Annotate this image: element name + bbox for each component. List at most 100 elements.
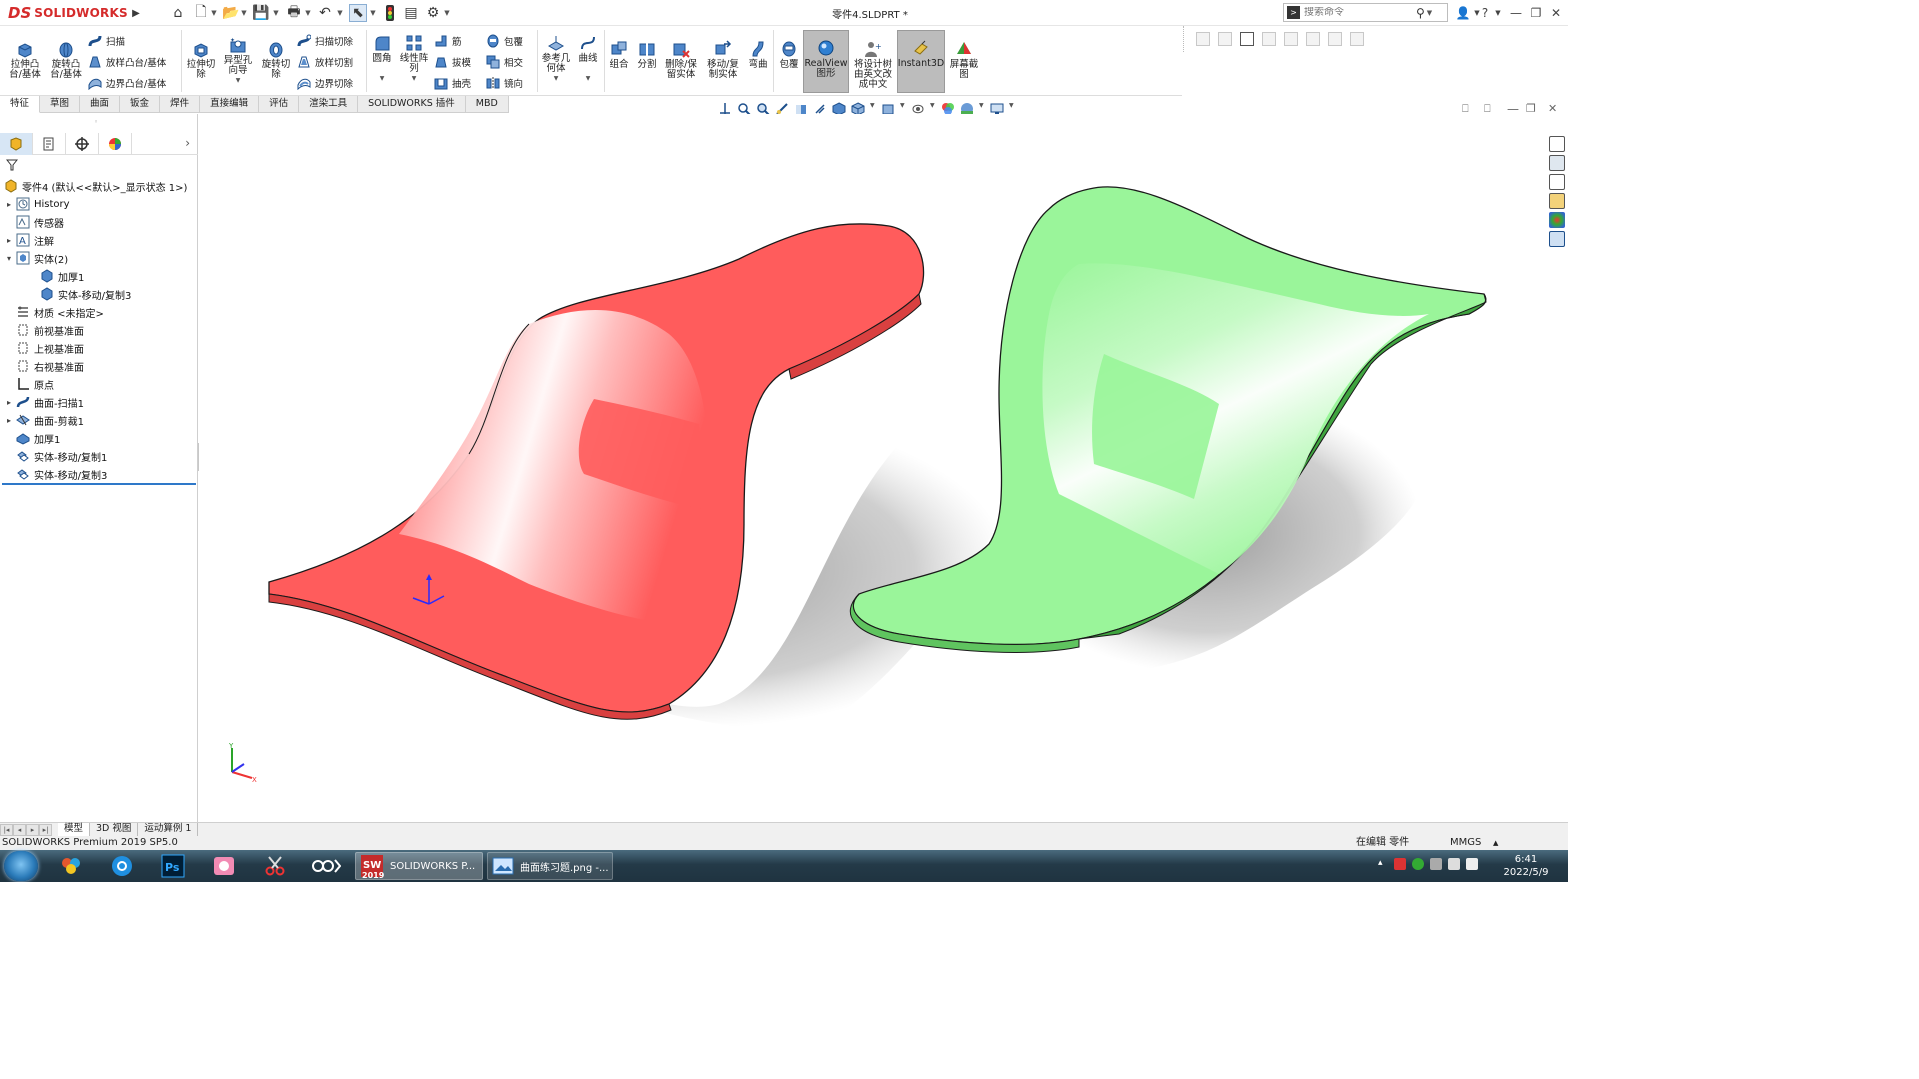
last-tab-arrow-icon[interactable]: ▸| <box>39 824 52 836</box>
lofted-cut-button[interactable]: 放样切割 <box>297 53 353 71</box>
expand-arrow-icon[interactable]: ▸ <box>4 416 14 425</box>
taskbar-app-scissors[interactable] <box>256 852 294 880</box>
taskbar-window-solidworks[interactable]: SW 2019 SOLIDWORKS P... <box>355 852 483 880</box>
open-icon[interactable]: 📂 <box>222 4 240 22</box>
split-button[interactable]: 分割 <box>634 40 660 70</box>
taskbar-app-recorder[interactable] <box>205 852 243 880</box>
search-command-box[interactable]: > ⚲ ▼ <box>1283 3 1448 22</box>
extrude-boss-button[interactable]: 拉伸凸 台/基体 <box>6 40 44 80</box>
tree-item-move-copy3[interactable]: 实体-移动/复制3 <box>4 465 107 483</box>
help-icon[interactable]: ? <box>1478 4 1492 22</box>
volume-icon[interactable] <box>1448 858 1460 870</box>
search-icon[interactable]: ⚲ <box>1416 6 1425 20</box>
delete-keep-body-button[interactable]: 删除/保 留实体 <box>661 40 701 80</box>
options-gear-icon[interactable]: ⚙ <box>424 4 442 22</box>
reference-geometry-button[interactable]: 参考几 何体 ▼ <box>539 34 573 84</box>
tree-root-part[interactable]: 零件4 (默认<<默认>_显示状态 1>) <box>2 177 187 195</box>
expand-arrow-icon[interactable]: ▸ <box>4 200 14 209</box>
menu-expand-arrow-icon[interactable]: ▶ <box>130 4 142 22</box>
prev-tab-arrow-icon[interactable]: ◂ <box>13 824 26 836</box>
solidworks-logo[interactable]: DS SOLIDWORKS <box>8 3 128 23</box>
tab-sketch[interactable]: 草图 <box>40 96 81 113</box>
flex-button[interactable]: 弯曲 <box>745 40 771 70</box>
panel-more-icon[interactable]: › <box>185 136 190 150</box>
tab-property-manager[interactable] <box>33 133 66 155</box>
taskbar-window-image[interactable]: 曲面练习题.png -... <box>487 852 613 880</box>
design-library-icon[interactable] <box>1549 155 1565 171</box>
linear-pattern-button[interactable]: 线性阵 列 ▼ <box>398 34 430 84</box>
tab-display-manager[interactable] <box>99 133 132 155</box>
filter-icon[interactable] <box>6 159 18 171</box>
search-input[interactable] <box>1304 7 1414 18</box>
tree-item-material[interactable]: 材质 <未指定> <box>4 303 104 321</box>
appearances-icon[interactable] <box>1549 212 1565 228</box>
help-dropdown-icon[interactable]: ▼ <box>1494 4 1502 22</box>
taskbar-app-photoshop[interactable]: Ps <box>154 852 192 880</box>
combine-button[interactable]: 组合 <box>606 40 632 70</box>
tree-item-front-plane[interactable]: 前视基准面 <box>4 321 84 339</box>
tab-motion-study[interactable]: 运动算例 1 <box>138 823 199 836</box>
tab-configuration-manager[interactable] <box>66 133 99 155</box>
expand-arrow-icon[interactable]: ▸ <box>4 398 14 407</box>
next-tab-arrow-icon[interactable]: ▸ <box>26 824 39 836</box>
system-clock[interactable]: 6:41 2022/5/9 <box>1498 853 1554 879</box>
viewport-close-icon[interactable]: ✕ <box>1548 102 1557 115</box>
search-dropdown-icon[interactable]: ▼ <box>1427 4 1432 22</box>
rebuild-icon[interactable] <box>382 4 398 22</box>
revolved-cut-button[interactable]: 旋转切 除 <box>257 40 295 80</box>
swept-cut-button[interactable]: 扫描切除 <box>297 32 353 50</box>
save-icon[interactable]: 💾 <box>252 4 270 22</box>
minimize-icon[interactable]: — <box>1508 4 1524 22</box>
rollback-bar[interactable] <box>2 483 196 485</box>
tree-item-annotations[interactable]: ▸ A 注解 <box>4 231 54 249</box>
swept-boss-button[interactable]: 扫描 <box>88 32 125 50</box>
translate-tree-button[interactable]: + 将设计树 由英文改 成中文 <box>850 40 896 90</box>
new-document-icon[interactable]: 🗋 <box>192 4 210 22</box>
wrap-body-button[interactable]: 包覆 <box>776 40 802 70</box>
curves-button[interactable]: 曲线 ▼ <box>574 34 602 84</box>
taskbar-app-cloud[interactable] <box>52 852 90 880</box>
save-dropdown-icon[interactable]: ▼ <box>272 4 280 22</box>
tree-item-sensors[interactable]: 传感器 <box>4 213 64 231</box>
tree-item-thicken[interactable]: 加厚1 <box>4 429 60 447</box>
input-method-icon[interactable] <box>1466 858 1478 870</box>
tab-direct-editing[interactable]: 直接编辑 <box>200 96 260 113</box>
tree-item-surface-trim[interactable]: ▸ 曲面-剪裁1 <box>4 411 84 429</box>
new-dropdown-icon[interactable]: ▼ <box>210 4 218 22</box>
realview-button[interactable]: RealView 图形 <box>803 30 849 93</box>
instant3d-button[interactable]: Instant3D <box>897 30 945 93</box>
boundary-cut-button[interactable]: 边界切除 <box>297 74 353 92</box>
tab-weldments[interactable]: 焊件 <box>160 96 201 113</box>
wrap-button[interactable]: 包覆 <box>486 32 523 50</box>
restore-icon[interactable]: ❐ <box>1528 4 1544 22</box>
rib-button[interactable]: 筋 <box>434 32 462 50</box>
tray-app-icon[interactable] <box>1394 858 1406 870</box>
tab-sheet-metal[interactable]: 钣金 <box>120 96 161 113</box>
fillet-dropdown-icon[interactable]: ▼ <box>380 74 385 84</box>
3d-model-view[interactable] <box>199 114 1544 822</box>
tab-surfaces[interactable]: 曲面 <box>80 96 121 113</box>
select-dropdown-icon[interactable]: ▼ <box>369 4 377 22</box>
show-hidden-icons-icon[interactable]: ▴ <box>1378 858 1388 870</box>
close-icon[interactable]: ✕ <box>1548 4 1564 22</box>
file-properties-icon[interactable]: ▤ <box>402 4 420 22</box>
home-icon[interactable]: ⌂ <box>168 4 188 22</box>
taskbar-app-obs[interactable] <box>307 852 345 880</box>
fillet-button[interactable]: 圆角 ▼ <box>368 34 396 84</box>
lofted-boss-button[interactable]: 放样凸台/基体 <box>88 53 166 71</box>
tab-evaluate[interactable]: 评估 <box>259 96 300 113</box>
panel-grip-icon[interactable]: ◦ <box>94 118 98 126</box>
custom-properties-icon[interactable] <box>1549 231 1565 247</box>
collapse-arrow-icon[interactable]: ▾ <box>4 254 14 263</box>
curves-dropdown-icon[interactable]: ▼ <box>586 74 591 84</box>
first-tab-arrow-icon[interactable]: |◂ <box>0 824 13 836</box>
tray-security-icon[interactable] <box>1412 858 1424 870</box>
tab-mbd[interactable]: MBD <box>465 96 509 113</box>
boundary-boss-button[interactable]: 边界凸台/基体 <box>88 74 166 92</box>
tab-3d-views[interactable]: 3D 视图 <box>90 823 139 836</box>
undo-dropdown-icon[interactable]: ▼ <box>336 4 344 22</box>
start-button[interactable] <box>4 851 38 881</box>
screen-capture-button[interactable]: 屏幕截 图 <box>947 40 981 80</box>
print-dropdown-icon[interactable]: ▼ <box>304 4 312 22</box>
view-palette-icon[interactable] <box>1549 193 1565 209</box>
